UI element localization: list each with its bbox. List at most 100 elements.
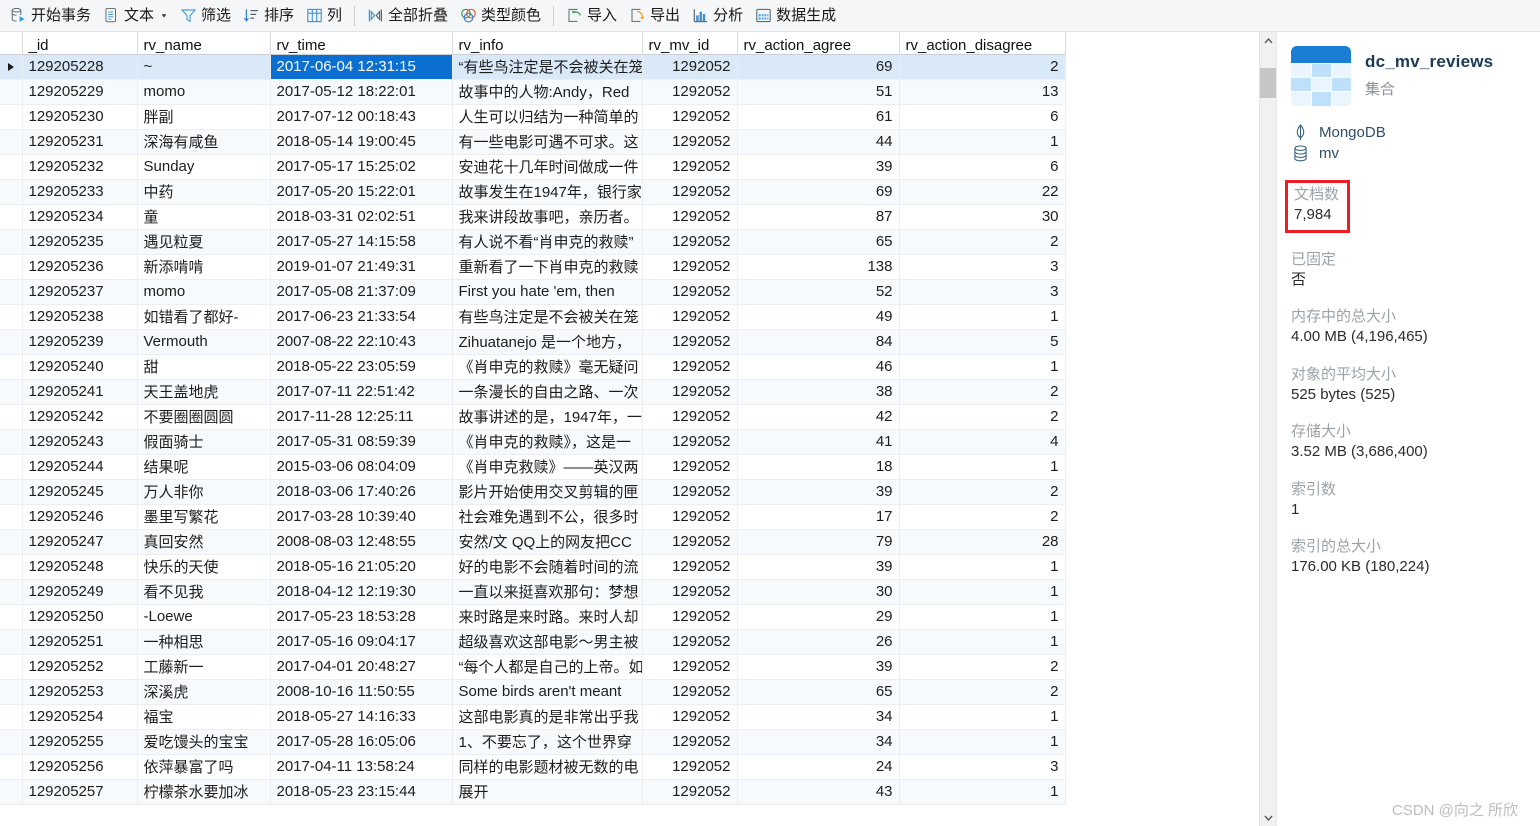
cell-rv_mv_id[interactable]: 1292052 — [642, 754, 738, 780]
cell-rv_info[interactable]: 影片开始使用交叉剪辑的匣 — [452, 479, 643, 505]
table-row[interactable]: 129205242 不要圈圈圆圆 2017-11-28 12:25:11 故事讲述的是… — [0, 404, 1066, 430]
cell-rv_info[interactable]: “有些鸟注定是不会被关在笼 — [452, 54, 643, 80]
row-selector[interactable] — [0, 54, 23, 80]
row-selector[interactable] — [0, 154, 23, 180]
cell-_id[interactable]: 129205230 — [22, 104, 138, 130]
cell-_id[interactable]: 129205246 — [22, 504, 138, 530]
cell-rv_mv_id[interactable]: 1292052 — [642, 779, 738, 805]
cell-rv_action_disagree[interactable]: 1 — [899, 729, 1066, 755]
cell-rv_action_agree[interactable]: 43 — [737, 779, 900, 805]
cell-rv_name[interactable]: 依萍暴富了吗 — [137, 754, 271, 780]
cell-rv_name[interactable]: 童 — [137, 204, 271, 230]
cell-rv_action_disagree[interactable]: 3 — [899, 254, 1066, 280]
scroll-up-icon[interactable] — [1260, 32, 1276, 49]
cell-_id[interactable]: 129205256 — [22, 754, 138, 780]
table-row[interactable]: 129205236 新添啃啃 2019-01-07 21:49:31 重新看了一下肖申… — [0, 254, 1066, 280]
cell-rv_action_disagree[interactable]: 2 — [899, 379, 1066, 405]
table-row[interactable]: 129205248 快乐的天使 2018-05-16 21:05:20 好的电影不会随… — [0, 554, 1066, 580]
cell-rv_info[interactable]: 来时路是来时路。来时人却 — [452, 604, 643, 630]
cell-rv_info[interactable]: 一条漫长的自由之路、一次 — [452, 379, 643, 405]
cell-rv_action_agree[interactable]: 18 — [737, 454, 900, 480]
cell-rv_name[interactable]: 真回安然 — [137, 529, 271, 555]
cell-rv_mv_id[interactable]: 1292052 — [642, 229, 738, 255]
cell-rv_action_agree[interactable]: 39 — [737, 479, 900, 505]
cell-rv_action_agree[interactable]: 69 — [737, 179, 900, 205]
column-header-rv_mv_id[interactable]: rv_mv_id — [642, 32, 738, 55]
table-row[interactable]: 129205246 墨里写繁花 2017-03-28 10:39:40 社会难免遇到不… — [0, 504, 1066, 530]
cell-rv_time[interactable]: 2017-05-27 14:15:58 — [270, 229, 453, 255]
row-selector[interactable] — [0, 679, 23, 705]
cell-rv_name[interactable]: 中药 — [137, 179, 271, 205]
cell-rv_time[interactable]: 2017-06-23 21:33:54 — [270, 304, 453, 330]
cell-rv_name[interactable]: 万人非你 — [137, 479, 271, 505]
cell-_id[interactable]: 129205234 — [22, 204, 138, 230]
cell-rv_mv_id[interactable]: 1292052 — [642, 604, 738, 630]
cell-rv_action_agree[interactable]: 51 — [737, 79, 900, 105]
cell-rv_time[interactable]: 2017-05-23 18:53:28 — [270, 604, 453, 630]
table-row[interactable]: 129205241 天王盖地虎 2017-07-11 22:51:42 一条漫长的自由… — [0, 379, 1066, 405]
cell-rv_time[interactable]: 2008-10-16 11:50:55 — [270, 679, 453, 705]
cell-rv_time[interactable]: 2017-05-16 09:04:17 — [270, 629, 453, 655]
table-row[interactable]: 129205233 中药 2017-05-20 15:22:01 故事发生在1947年… — [0, 179, 1066, 205]
toolbar-button-transaction[interactable]: 开始事务 — [4, 3, 97, 29]
cell-rv_mv_id[interactable]: 1292052 — [642, 629, 738, 655]
cell-rv_action_disagree[interactable]: 6 — [899, 154, 1066, 180]
cell-rv_name[interactable]: 柠檬茶水要加冰 — [137, 779, 271, 805]
cell-rv_action_agree[interactable]: 42 — [737, 404, 900, 430]
table-row[interactable]: 129205256 依萍暴富了吗 2017-04-11 13:58:24 同样的电影题… — [0, 754, 1066, 780]
cell-rv_info[interactable]: 有人说不看“肖申克的救赎” — [452, 229, 643, 255]
cell-_id[interactable]: 129205249 — [22, 579, 138, 605]
cell-rv_mv_id[interactable]: 1292052 — [642, 79, 738, 105]
cell-_id[interactable]: 129205229 — [22, 79, 138, 105]
cell-rv_mv_id[interactable]: 1292052 — [642, 404, 738, 430]
cell-rv_mv_id[interactable]: 1292052 — [642, 204, 738, 230]
toolbar-button-filter[interactable]: 筛选 — [174, 3, 237, 29]
cell-_id[interactable]: 129205235 — [22, 229, 138, 255]
cell-rv_info[interactable]: 故事中的人物:Andy，Red — [452, 79, 643, 105]
table-row[interactable]: 129205255 爱吃馒头的宝宝 2017-05-28 16:05:06 1、不要忘… — [0, 729, 1066, 755]
cell-rv_action_disagree[interactable]: 1 — [899, 554, 1066, 580]
cell-rv_info[interactable]: 超级喜欢这部电影～男主被 — [452, 629, 643, 655]
cell-rv_mv_id[interactable]: 1292052 — [642, 454, 738, 480]
cell-rv_action_disagree[interactable]: 28 — [899, 529, 1066, 555]
cell-rv_action_disagree[interactable]: 1 — [899, 704, 1066, 730]
row-selector[interactable] — [0, 554, 23, 580]
cell-_id[interactable]: 129205254 — [22, 704, 138, 730]
cell-_id[interactable]: 129205248 — [22, 554, 138, 580]
cell-rv_mv_id[interactable]: 1292052 — [642, 429, 738, 455]
cell-rv_mv_id[interactable]: 1292052 — [642, 654, 738, 680]
row-selector[interactable] — [0, 204, 23, 230]
table-row[interactable]: 129205229 momo 2017-05-12 18:22:01 故事中的人物:A… — [0, 79, 1066, 105]
cell-_id[interactable]: 129205232 — [22, 154, 138, 180]
row-selector[interactable] — [0, 579, 23, 605]
table-row[interactable]: 129205243 假面骑士 2017-05-31 08:59:39 《肖申克的救赎》… — [0, 429, 1066, 455]
cell-rv_name[interactable]: Sunday — [137, 154, 271, 180]
cell-_id[interactable]: 129205238 — [22, 304, 138, 330]
toolbar-button-analyze[interactable]: 分析 — [686, 3, 749, 29]
cell-rv_action_agree[interactable]: 34 — [737, 704, 900, 730]
cell-rv_action_agree[interactable]: 17 — [737, 504, 900, 530]
table-row[interactable]: 129205249 看不见我 2018-04-12 12:19:30 一直以来挺喜欢那… — [0, 579, 1066, 605]
cell-rv_info[interactable]: 安然/文 QQ上的网友把CC — [452, 529, 643, 555]
cell-rv_action_disagree[interactable]: 6 — [899, 104, 1066, 130]
cell-rv_action_disagree[interactable]: 3 — [899, 279, 1066, 305]
cell-rv_action_agree[interactable]: 30 — [737, 579, 900, 605]
table-row[interactable]: 129205231 深海有咸鱼 2018-05-14 19:00:45 有一些电影可遇… — [0, 129, 1066, 155]
cell-rv_mv_id[interactable]: 1292052 — [642, 579, 738, 605]
cell-rv_time[interactable]: 2018-05-14 19:00:45 — [270, 129, 453, 155]
cell-rv_action_disagree[interactable]: 5 — [899, 329, 1066, 355]
cell-_id[interactable]: 129205239 — [22, 329, 138, 355]
table-row[interactable]: 129205228 ~2017-06-04 12:31:15 “有些鸟注定是不会被关… — [0, 54, 1066, 80]
table-row[interactable]: 129205250 -Loewe 2017-05-23 18:53:28 来时路是来时… — [0, 604, 1066, 630]
cell-_id[interactable]: 129205251 — [22, 629, 138, 655]
row-selector[interactable] — [0, 429, 23, 455]
cell-rv_info[interactable]: 《肖申克的救赎》，这是一 — [452, 429, 643, 455]
cell-rv_action_disagree[interactable]: 30 — [899, 204, 1066, 230]
cell-rv_action_disagree[interactable]: 1 — [899, 579, 1066, 605]
toolbar-button-sort[interactable]: 排序 — [237, 3, 300, 29]
cell-rv_action_agree[interactable]: 87 — [737, 204, 900, 230]
cell-rv_info[interactable]: 我来讲段故事吧，亲历者。 — [452, 204, 643, 230]
table-row[interactable]: 129205238 如错看了都好- 2017-06-23 21:33:54 有些鸟注定… — [0, 304, 1066, 330]
cell-rv_name[interactable]: 如错看了都好- — [137, 304, 271, 330]
row-selector[interactable] — [0, 454, 23, 480]
